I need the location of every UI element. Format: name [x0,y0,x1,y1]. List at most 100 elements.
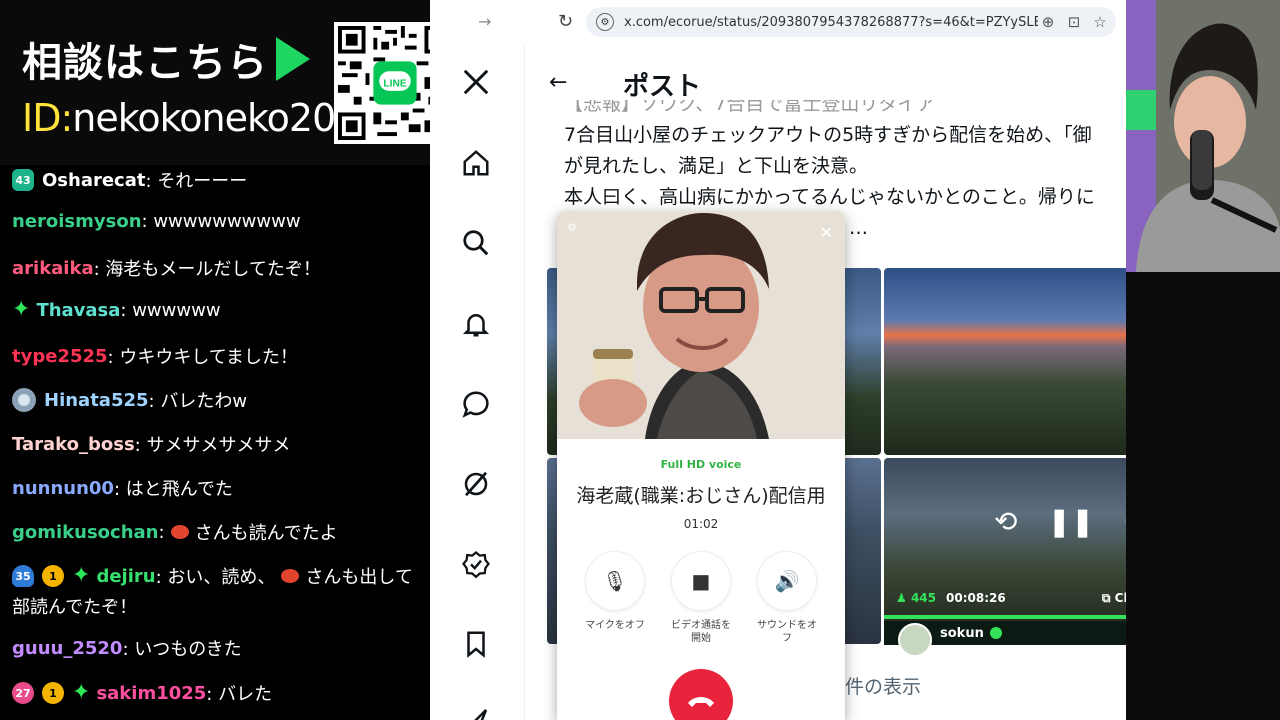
chat-message: guuu_2520: いつものきた [12,635,242,661]
chat-message: arikaika: 海老もメールだしてたぞ！ [12,255,321,281]
chat-text: : wwwwww [120,299,221,321]
mute-mic-button[interactable]: 🎙 マイクをオフ [583,551,647,632]
install-app-icon[interactable]: ⊡ [1064,13,1084,31]
jobs-icon[interactable] [460,704,492,720]
bookmarks-icon[interactable] [460,628,492,660]
pause-icon[interactable]: ❚❚ [1047,505,1094,538]
banner-title-row: 相談はこちら [22,30,310,88]
chat-username[interactable]: arikaika [12,258,94,279]
post-line-4: 本人曰く、高山病にかかってるんじゃないかとのこと。帰りに [564,186,1095,208]
subscriber-badge-icon: 43 [12,169,34,191]
post-line-2: 7合目山小屋のチェックアウトの5時すぎから配信を始め、「御 [564,124,1092,146]
sidebar-divider [524,44,525,720]
mute-mic-label: マイクをオフ [585,620,645,631]
speaker-icon: 🔊 [757,551,817,611]
chat-text: : wwwwwwwwww [141,211,301,232]
page-title: ポスト [623,72,702,102]
chat-username[interactable]: dejiru [96,566,155,587]
close-icon[interactable]: ✕ [820,223,833,242]
chat-text: 部読んでたぞ！ [12,597,138,618]
stream-screen: { "banner": { "title": "相談はこちら", "id_pre… [0,0,1280,720]
chat-username[interactable]: Thavasa [36,300,120,321]
reload-icon[interactable]: ↻ [558,11,573,32]
chat-username[interactable]: gomikusochan [12,522,159,543]
chat-text: : [158,521,165,543]
chat-username[interactable]: nunnun00 [12,478,114,499]
end-call-button[interactable] [669,669,733,720]
chat-message: Hinata525: バレたわw [12,387,247,413]
call-duration: 01:02 [683,517,719,531]
sparkle-badge-icon: ✦ [72,563,91,588]
live-chat[interactable]: 43 Osharecat: それーーー neroismyson: wwwwwwwww… [0,165,430,720]
caller-name: 海老蔵(職業:おじさん)配信用 [576,485,826,507]
chat-message: 35 1 ✦ dejiru: おい、読め、 さんも出して [12,563,413,589]
chat-message: type2525: ウキウキしてました！ [12,343,298,369]
chat-text: : それーーー [145,171,248,192]
chat-text: : おい、読め、 [155,567,276,588]
post-line-3: が見れたし、満足」と下山を決意。 [564,155,869,177]
subscriber-badge-icon: 1 [42,682,64,704]
channel-name: sokun [940,625,984,641]
chat-message: 43 Osharecat: それーーー [12,167,247,193]
rewind-10-icon[interactable]: ⟲ [994,505,1017,538]
verified-badge-icon [989,627,1002,639]
chat-username[interactable]: Tarako_boss [12,434,135,455]
chat-message: ✦ Thavasa: wwwwww [12,299,221,321]
address-bar[interactable]: ⚙ x.com/ecorue/status/209380795437826887… [586,7,1116,37]
show-replies-link[interactable]: 件の表示 [845,672,921,699]
chat-username[interactable]: guuu_2520 [12,638,122,659]
elapsed-time: 00:08:26 [946,591,1006,605]
chat-message: Tarako_boss: サメサメサメサメ [12,431,290,457]
verified-icon[interactable] [460,549,492,581]
x-logo-icon[interactable] [460,66,492,98]
banner-title: 相談はこちら [22,40,268,86]
line-logo-text: LINE [383,79,406,90]
site-info-icon[interactable]: ⚙ [596,13,614,31]
chat-message: neroismyson: wwwwwwwwww [12,211,301,232]
chat-message: 27 1 ✦ sakim1025: バレた [12,680,272,706]
banner-id-prefix: ID: [22,96,73,140]
chat-username[interactable]: neroismyson [12,211,142,232]
chat-text: : サメサメサメサメ [134,435,291,456]
video-icon: ■ [671,551,731,611]
playback-controls: ⟲ ❚❚ ⟳ [994,505,1148,538]
chat-text: : はと飛んでた [113,479,233,500]
chat-message: nunnun00: はと飛んでた [12,475,233,501]
chat-username[interactable]: Osharecat [42,170,145,191]
voice-call-window: ⚙ ✕ Full HD voice 海老蔵(職業:おじさん)配信用 01:02 … [557,211,845,720]
streamer-webcam [1126,0,1280,272]
post-line-1: 【悲報】ソウク、7合目で富士登山リタイア [564,100,936,115]
subscriber-badge-icon: 27 [12,682,34,704]
subscriber-badge-icon: 35 [12,565,34,587]
mute-sound-button[interactable]: 🔊 サウンドをオフ [755,551,819,645]
start-video-button[interactable]: ■ ビデオ通話を 開始 [669,551,733,645]
chat-username[interactable]: Hinata525 [44,390,149,411]
subscriber-badge-icon: 1 [42,565,64,587]
chat-text: : 海老もメールだしてたぞ！ [93,259,321,280]
pin-icon[interactable]: ⚙ [567,221,577,234]
chat-text: : ウキウキしてました！ [107,347,298,368]
chat-bubble-icon[interactable] [460,388,492,420]
home-icon[interactable] [460,147,492,179]
browser-toolbar: → ↻ ⚙ x.com/ecorue/status/20938079543782… [478,0,1173,44]
start-video-label: ビデオ通話を 開始 [671,620,731,644]
sparkle-badge-icon: ✦ [12,297,31,322]
mic-icon: 🎙 [585,551,645,611]
chat-username[interactable]: type2525 [12,346,108,367]
chat-message: 部読んでたぞ！ [12,593,137,619]
call-controls: 🎙 マイクをオフ ■ ビデオ通話を 開始 🔊 サウンドをオフ [557,551,845,644]
right-panel-background [1126,272,1280,720]
banner-id: ID:nekokoneko2018 [22,96,383,140]
search-icon[interactable] [460,227,492,259]
zoom-icon[interactable]: ⊕ [1038,13,1058,31]
bookmark-star-icon[interactable]: ☆ [1090,13,1110,31]
sparkle-badge-icon: ✦ [72,680,91,705]
notifications-bell-icon[interactable] [460,308,492,340]
forward-icon[interactable]: → [478,12,491,31]
back-arrow-icon[interactable]: ← [549,70,567,95]
alien-badge-icon [12,388,36,412]
chat-username[interactable]: sakim1025 [96,683,206,704]
shrimp-emote-icon [281,569,300,583]
channel-avatar [898,623,932,657]
grok-icon[interactable] [460,468,492,500]
